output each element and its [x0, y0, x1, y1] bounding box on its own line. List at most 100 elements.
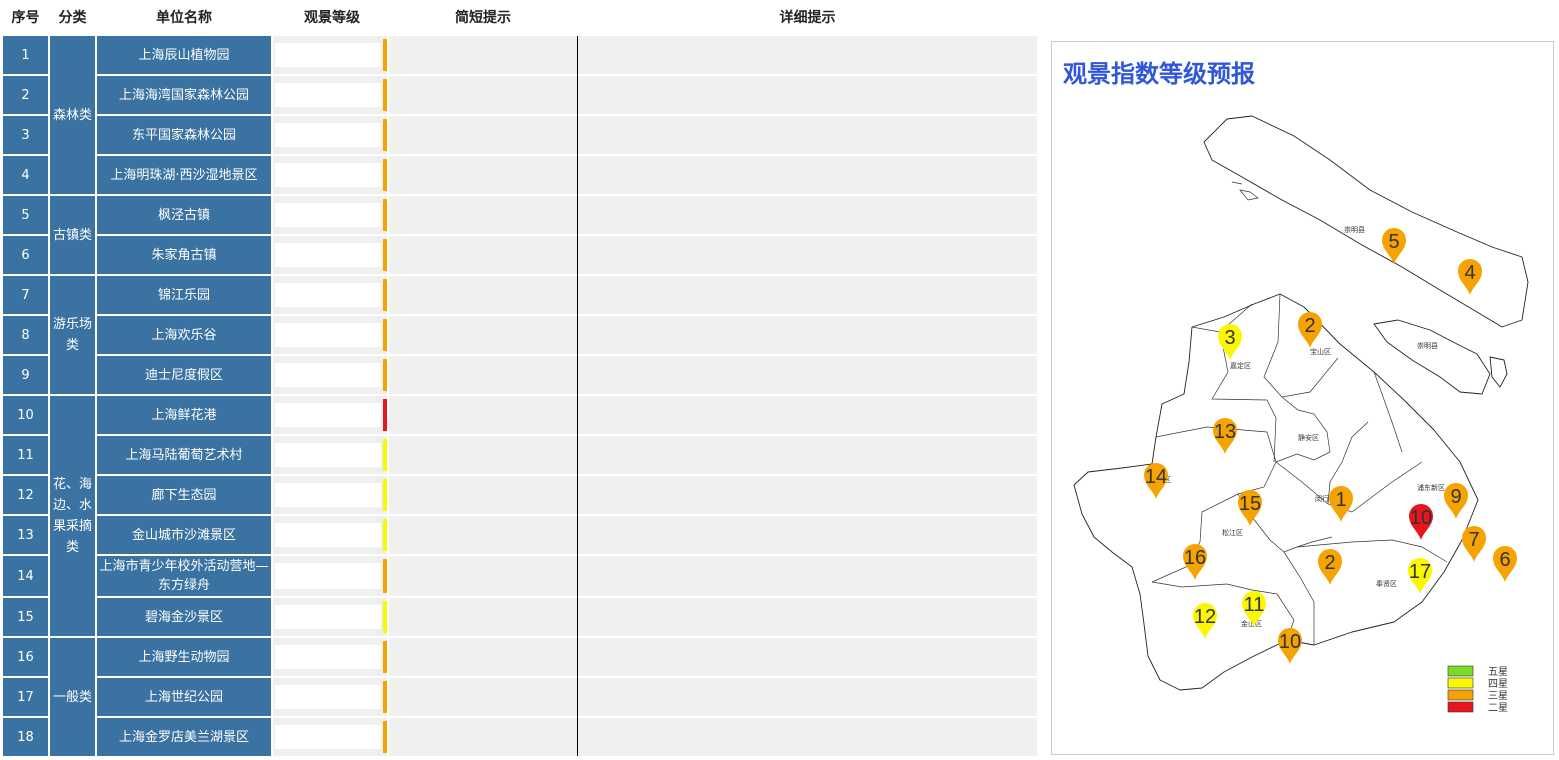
marker-label: 13	[1214, 421, 1236, 443]
row-seq: 18	[3, 718, 48, 756]
row-unit-name[interactable]: 上海世纪公园	[97, 678, 271, 716]
grade-bar	[383, 601, 387, 633]
row-unit-name[interactable]: 上海市青少年校外活动营地—东方绿舟	[97, 556, 271, 596]
row-grade-cell	[273, 196, 387, 234]
marker-label: 16	[1184, 547, 1206, 569]
grade-bar	[383, 559, 387, 593]
grade-field	[275, 645, 381, 669]
header-category: 分类	[58, 10, 87, 26]
map-marker[interactable]: 6	[1493, 546, 1517, 582]
table-row: 6 朱家角古镇	[0, 236, 1040, 276]
grade-bar	[383, 119, 387, 151]
chongming-island-outline	[1203, 115, 1529, 328]
grade-field	[275, 43, 381, 67]
row-detail-cell	[578, 276, 1037, 314]
row-grade-cell	[273, 76, 387, 114]
row-seq: 15	[3, 598, 48, 636]
row-grade-cell	[273, 678, 387, 716]
marker-label: 2	[1304, 315, 1315, 337]
row-unit-name[interactable]: 上海欢乐谷	[97, 316, 271, 354]
row-seq: 2	[3, 76, 48, 114]
row-brief-cell	[389, 276, 577, 314]
row-brief-cell	[389, 76, 577, 114]
grade-bar	[383, 721, 387, 753]
row-grade-cell	[273, 598, 387, 636]
row-brief-cell	[389, 556, 577, 596]
table-row: 14 上海市青少年校外活动营地—东方绿舟	[0, 556, 1040, 598]
row-unit-name[interactable]: 廊下生态园	[97, 476, 271, 514]
row-unit-name[interactable]: 迪士尼度假区	[97, 356, 271, 394]
grade-bar	[383, 159, 387, 191]
map-marker[interactable]: 7	[1462, 526, 1486, 562]
row-grade-cell	[273, 516, 387, 554]
row-unit-name[interactable]: 上海野生动物园	[97, 638, 271, 676]
legend-label: 三星	[1488, 690, 1508, 702]
row-detail-cell	[578, 116, 1037, 154]
district-label: 松江区	[1222, 528, 1243, 537]
header-detail: 详细提示	[779, 10, 836, 26]
row-detail-cell	[578, 678, 1037, 716]
row-unit-name[interactable]: 金山城市沙滩景区	[97, 516, 271, 554]
row-brief-cell	[389, 356, 577, 394]
table-row: 13 金山城市沙滩景区	[0, 516, 1040, 556]
header-seq: 序号	[11, 10, 40, 26]
row-unit-name[interactable]: 枫泾古镇	[97, 196, 271, 234]
row-unit-name[interactable]: 上海海湾国家森林公园	[97, 76, 271, 114]
grade-bar	[383, 319, 387, 351]
column-divider	[577, 36, 578, 756]
row-brief-cell	[389, 516, 577, 554]
row-brief-cell	[389, 638, 577, 676]
grade-field	[275, 283, 381, 307]
table-row: 2 上海海湾国家森林公园	[0, 76, 1040, 116]
grade-field	[275, 563, 381, 589]
table-row: 5 枫泾古镇	[0, 196, 1040, 236]
row-unit-name[interactable]: 碧海金沙景区	[97, 598, 271, 636]
row-brief-cell	[389, 476, 577, 514]
row-detail-cell	[578, 396, 1037, 434]
row-seq: 1	[3, 36, 48, 74]
district-label: 嘉定区	[1230, 361, 1251, 370]
grade-field	[275, 203, 381, 227]
row-detail-cell	[578, 476, 1037, 514]
row-seq: 14	[3, 556, 48, 596]
legend-label: 五星	[1488, 666, 1508, 678]
row-unit-name[interactable]: 上海马陆葡萄艺术村	[97, 436, 271, 474]
header-grade: 观景等级	[304, 10, 360, 26]
row-unit-name[interactable]: 上海明珠湖·西沙湿地景区	[97, 156, 271, 194]
row-grade-cell	[273, 156, 387, 194]
row-seq: 3	[3, 116, 48, 154]
category-cell: 古镇类	[50, 196, 95, 274]
changxing-island-outline	[1373, 319, 1491, 395]
row-unit-name[interactable]: 上海金罗店美兰湖景区	[97, 718, 271, 756]
row-unit-name[interactable]: 锦江乐园	[97, 276, 271, 314]
row-seq: 17	[3, 678, 48, 716]
map-marker[interactable]: 10	[1278, 628, 1302, 664]
row-unit-name[interactable]: 上海辰山植物园	[97, 36, 271, 74]
row-unit-name[interactable]: 朱家角古镇	[97, 236, 271, 274]
row-brief-cell	[389, 156, 577, 194]
row-seq: 13	[3, 516, 48, 554]
row-unit-name[interactable]: 上海鲜花港	[97, 396, 271, 434]
table-row: 10 上海鲜花港	[0, 396, 1040, 436]
grade-bar	[383, 439, 387, 471]
grade-bar	[383, 479, 387, 511]
grade-field	[275, 443, 381, 467]
row-seq: 4	[3, 156, 48, 194]
table-row: 4 上海明珠湖·西沙湿地景区	[0, 156, 1040, 196]
marker-label: 1	[1335, 489, 1346, 511]
table-row: 15 碧海金沙景区	[0, 598, 1040, 638]
map-title: 观景指数等级预报	[1063, 60, 1255, 88]
marker-label: 9	[1450, 486, 1461, 508]
row-detail-cell	[578, 36, 1037, 74]
grade-bar	[383, 279, 387, 311]
row-grade-cell	[273, 116, 387, 154]
row-unit-name[interactable]: 东平国家森林公园	[97, 116, 271, 154]
hengsha-island-outline	[1489, 356, 1508, 388]
grade-bar	[383, 519, 387, 551]
legend-swatch	[1447, 677, 1474, 689]
marker-label: 4	[1464, 262, 1475, 284]
grade-field	[275, 523, 381, 547]
grade-field	[275, 323, 381, 347]
row-detail-cell	[578, 638, 1037, 676]
row-brief-cell	[389, 236, 577, 274]
